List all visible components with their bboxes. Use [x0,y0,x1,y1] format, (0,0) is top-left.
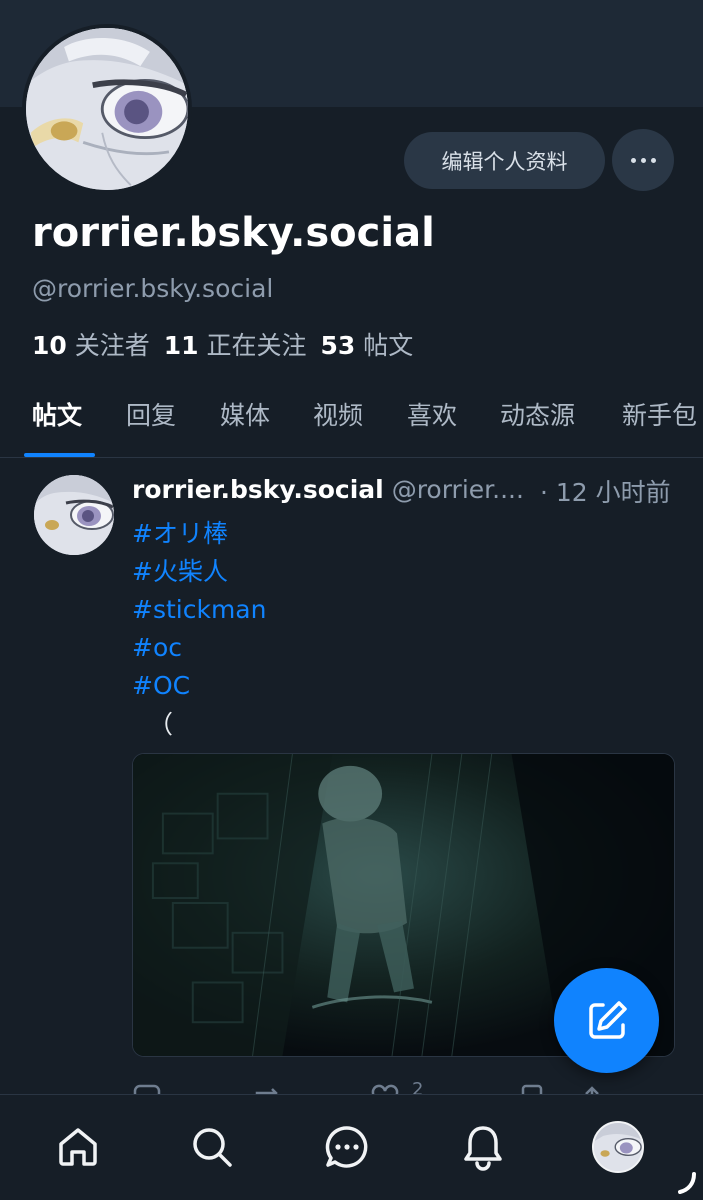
profile-more-button[interactable] [612,129,674,191]
more-dot-icon [640,157,646,163]
posts-stat: 53 帖文 [321,331,414,360]
nav-notifications[interactable] [457,1121,509,1173]
tab-videos[interactable]: 视频 [313,396,363,432]
search-icon [193,1128,232,1167]
post-text-tail: （ [148,710,174,739]
tab-posts[interactable]: 帖文 [32,396,82,432]
following-label: 正在关注 [206,331,307,360]
post-author-handle[interactable]: @rorrier.... [392,475,524,504]
tab-likes[interactable]: 喜欢 [407,396,457,432]
tab-starter-packs[interactable]: 新手包 [622,396,697,432]
post-author-name[interactable]: rorrier.bsky.social [132,475,384,504]
posts-label: 帖文 [363,331,414,360]
corner-handle-icon [678,1172,696,1194]
more-dot-icon [650,157,656,163]
more-dot-icon [630,157,636,163]
tab-feeds[interactable]: 动态源 [500,396,575,432]
nav-home[interactable] [52,1121,104,1173]
edit-profile-button[interactable]: 编辑个人资料 [404,132,605,189]
nav-search[interactable] [186,1121,238,1173]
profile-stats: 10 关注者 11 正在关注 53 帖文 [32,326,413,362]
followers-label: 关注者 [74,331,150,360]
followers-stat[interactable]: 10 关注者 [32,331,150,360]
followers-count: 10 [32,331,67,360]
display-name: rorrier.bsky.social [32,210,435,256]
post-timestamp[interactable]: · 12 小时前 [540,473,671,509]
chat-icon [325,1126,368,1168]
tab-replies[interactable]: 回复 [126,396,176,432]
hashtag-link[interactable]: #oc [132,629,266,667]
hashtag-link[interactable]: #stickman [132,591,266,629]
following-stat[interactable]: 11 正在关注 [164,331,307,360]
posts-count: 53 [320,331,356,360]
profile-screen: 编辑个人资料 rorrier.bsky.social @rorrier.bsky… [0,0,703,1200]
nav-chat[interactable] [321,1121,373,1173]
compose-icon [588,1000,627,1039]
compose-button[interactable] [554,968,659,1073]
post-text: #オリ棒 #火柴人 #stickman #oc #OC [132,515,266,705]
profile-tabs: 帖文 回复 媒体 视频 喜欢 动态源 新手包 [0,392,703,458]
hashtag-link[interactable]: #オリ棒 [132,515,266,553]
tab-media[interactable]: 媒体 [220,396,270,432]
bottom-navigation [0,1094,703,1200]
notifications-icon [464,1126,502,1171]
active-tab-indicator [24,453,95,457]
post-author-avatar[interactable] [34,475,114,555]
profile-avatar[interactable] [22,24,192,194]
profile-handle: @rorrier.bsky.social [32,274,274,303]
nav-profile-avatar[interactable] [592,1121,644,1173]
following-count: 11 [163,331,199,360]
home-icon [59,1128,97,1166]
hashtag-link[interactable]: #火柴人 [132,553,266,591]
hashtag-link[interactable]: #OC [132,667,266,705]
